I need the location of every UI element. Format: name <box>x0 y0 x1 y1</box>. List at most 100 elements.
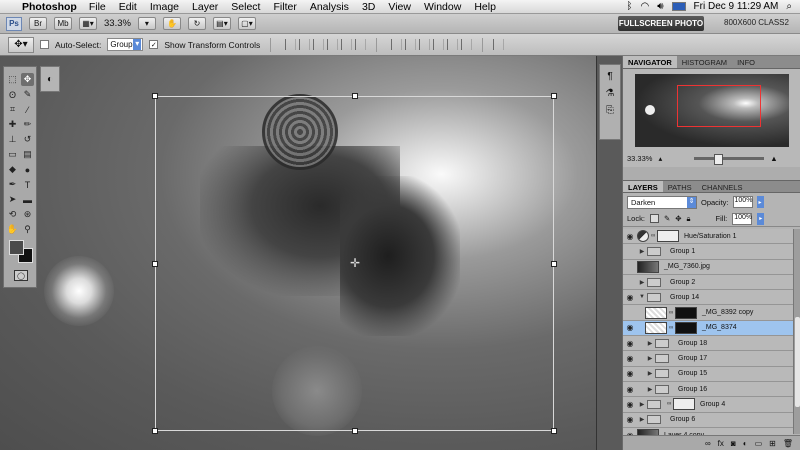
visibility-eye-icon[interactable]: ◉ <box>623 323 637 332</box>
new-layer-icon[interactable]: ⊞ <box>769 439 776 448</box>
transform-handle-l[interactable] <box>152 261 158 267</box>
actions-panel-icon[interactable]: ⚗ <box>606 88 615 99</box>
visibility-eye-icon[interactable]: ◉ <box>623 278 637 287</box>
distribute-bottom-icon[interactable] <box>419 39 431 50</box>
layer-row[interactable]: ◉∞_MG_8392 copy <box>623 305 793 321</box>
visibility-eye-icon[interactable]: ◉ <box>623 293 637 302</box>
transform-handle-tl[interactable] <box>152 93 158 99</box>
expand-triangle-icon[interactable]: ▶ <box>645 340 655 347</box>
expand-triangle-icon[interactable]: ▶ <box>637 401 647 408</box>
layer-row[interactable]: ◉▶ Group 2 <box>623 274 793 291</box>
distribute-top-icon[interactable] <box>391 39 403 50</box>
layer-name[interactable]: Group 4 <box>700 401 725 408</box>
layer-row[interactable]: ◉ ▼ Group 14 <box>623 290 793 306</box>
layer-thumbnail[interactable] <box>645 321 667 334</box>
blend-mode-select[interactable]: Darken <box>627 195 697 209</box>
gradient-tool-icon[interactable]: ▤ <box>21 148 34 161</box>
fill-dropdown-icon[interactable]: ▸ <box>757 212 765 225</box>
lock-transparent-icon[interactable] <box>649 214 659 223</box>
layer-name[interactable]: Hue/Saturation 1 <box>684 233 737 240</box>
menu-analysis[interactable]: Analysis <box>310 1 349 13</box>
pen-tool-icon[interactable]: ✒ <box>6 178 19 191</box>
fill-input[interactable]: 100% <box>732 212 753 225</box>
collapsed-panel-icon[interactable]: ◐ <box>40 66 60 92</box>
align-hcenter-icon[interactable] <box>341 39 353 50</box>
align-vcenter-icon[interactable] <box>299 39 311 50</box>
layer-row[interactable]: ◉ ▶ Group 17 <box>623 351 793 367</box>
launch-bridge-button[interactable]: Br <box>29 17 47 30</box>
blur-tool-icon[interactable]: ◆ <box>6 163 19 176</box>
shape-tool-icon[interactable]: ▬ <box>21 193 34 206</box>
new-group-icon[interactable]: ▭ <box>755 439 763 448</box>
visibility-eye-icon[interactable]: ◉ <box>623 262 637 271</box>
auto-select-checkbox[interactable] <box>40 40 49 49</box>
screen-mode-button[interactable]: ▢▾ <box>237 17 256 30</box>
layer-thumbnail[interactable] <box>645 306 667 319</box>
expand-triangle-icon[interactable]: ▶ <box>637 248 647 255</box>
visibility-eye-icon[interactable]: ◉ <box>623 415 637 424</box>
align-top-icon[interactable] <box>285 39 297 50</box>
layers-scrollbar[interactable] <box>793 229 800 434</box>
layer-name[interactable]: Group 17 <box>678 355 707 362</box>
foreground-color-swatch[interactable] <box>9 240 24 255</box>
3d-orbit-tool-icon[interactable]: ⊛ <box>21 208 34 221</box>
layer-style-icon[interactable]: fx <box>718 439 724 448</box>
layer-thumbnail[interactable] <box>637 260 659 273</box>
show-transform-checkbox[interactable]: ✓ <box>149 40 159 49</box>
transform-handle-bl[interactable] <box>152 428 158 434</box>
lock-all-icon[interactable]: 🔒︎ <box>687 214 691 224</box>
expand-triangle-icon[interactable]: ▶ <box>645 355 655 362</box>
menu-edit[interactable]: Edit <box>119 1 137 13</box>
distribute-left-icon[interactable] <box>433 39 445 50</box>
zoom-in-icon[interactable]: ▲ <box>770 154 777 163</box>
auto-select-dropdown[interactable]: Group <box>107 38 144 51</box>
transform-handle-tr[interactable] <box>551 93 557 99</box>
volume-icon[interactable]: 🔊︎ <box>657 1 663 12</box>
layer-mask-thumbnail[interactable] <box>673 398 695 411</box>
clone-stamp-tool-icon[interactable]: ⊥ <box>6 133 19 146</box>
3d-rotate-tool-icon[interactable]: ⟲ <box>6 208 19 221</box>
transform-handle-r[interactable] <box>551 261 557 267</box>
menu-select[interactable]: Select <box>231 1 260 13</box>
zoom-dropdown-button[interactable]: ▾ <box>137 17 156 30</box>
delete-layer-icon[interactable]: 🗑︎ <box>783 439 793 448</box>
auto-align-icon[interactable] <box>493 39 505 50</box>
eraser-tool-icon[interactable]: ▭ <box>6 148 19 161</box>
type-tool-icon[interactable]: T <box>21 178 34 191</box>
eyedropper-tool-icon[interactable]: ⁄ <box>21 103 34 116</box>
opacity-dropdown-icon[interactable]: ▸ <box>756 196 764 208</box>
distribute-hcenter-icon[interactable] <box>447 39 459 50</box>
lasso-tool-icon[interactable]: ʘ <box>6 88 19 101</box>
move-tool-icon[interactable]: ✥ <box>21 73 34 86</box>
layer-mask-thumbnail[interactable] <box>657 230 679 243</box>
navigator-thumbnail[interactable] <box>635 74 789 147</box>
add-mask-icon[interactable]: ◙ <box>731 439 736 448</box>
layer-row[interactable]: ◉▶ Group 1 <box>623 244 793 260</box>
opacity-input[interactable]: 100% <box>732 196 753 208</box>
layer-row[interactable]: ◉ ∞ _MG_8374 <box>623 320 793 337</box>
visibility-eye-icon[interactable]: ◉ <box>623 308 637 317</box>
layer-row[interactable]: ◉ ▶ Group 15 <box>623 366 793 382</box>
layer-name[interactable]: Group 15 <box>678 370 707 377</box>
spotlight-icon[interactable]: ⌕ <box>786 1 792 12</box>
layer-mask-thumbnail[interactable] <box>675 306 697 319</box>
wifi-icon[interactable]: ◠ <box>640 1 649 12</box>
menu-layer[interactable]: Layer <box>192 1 218 13</box>
layer-row[interactable]: ◉ _MG_7360.jpg <box>623 259 793 275</box>
marquee-tool-icon[interactable]: ⬚ <box>6 73 19 86</box>
lock-pixels-icon[interactable]: ✎ <box>664 214 670 223</box>
visibility-eye-icon[interactable]: ◉ <box>623 400 637 409</box>
align-right-icon[interactable] <box>355 39 367 50</box>
arrange-documents-button[interactable]: ▤▾ <box>212 17 231 30</box>
expand-triangle-icon[interactable]: ▶ <box>637 279 647 286</box>
collapse-triangle-icon[interactable]: ▼ <box>637 294 647 300</box>
expand-triangle-icon[interactable]: ▶ <box>637 416 647 423</box>
transform-handle-t[interactable] <box>352 93 358 99</box>
layer-row[interactable]: ◉ ▶ Group 6 <box>623 412 793 428</box>
menu-file[interactable]: File <box>89 1 106 13</box>
zoom-tool-icon[interactable]: ⚲ <box>21 223 34 236</box>
layer-name[interactable]: Group 2 <box>670 279 695 286</box>
workspace-800x600-class2[interactable]: 800X600 CLASS2 <box>724 18 789 27</box>
navigator-zoom-value[interactable]: 33.33% <box>627 154 652 163</box>
visibility-eye-icon[interactable]: ◉ <box>623 247 637 256</box>
